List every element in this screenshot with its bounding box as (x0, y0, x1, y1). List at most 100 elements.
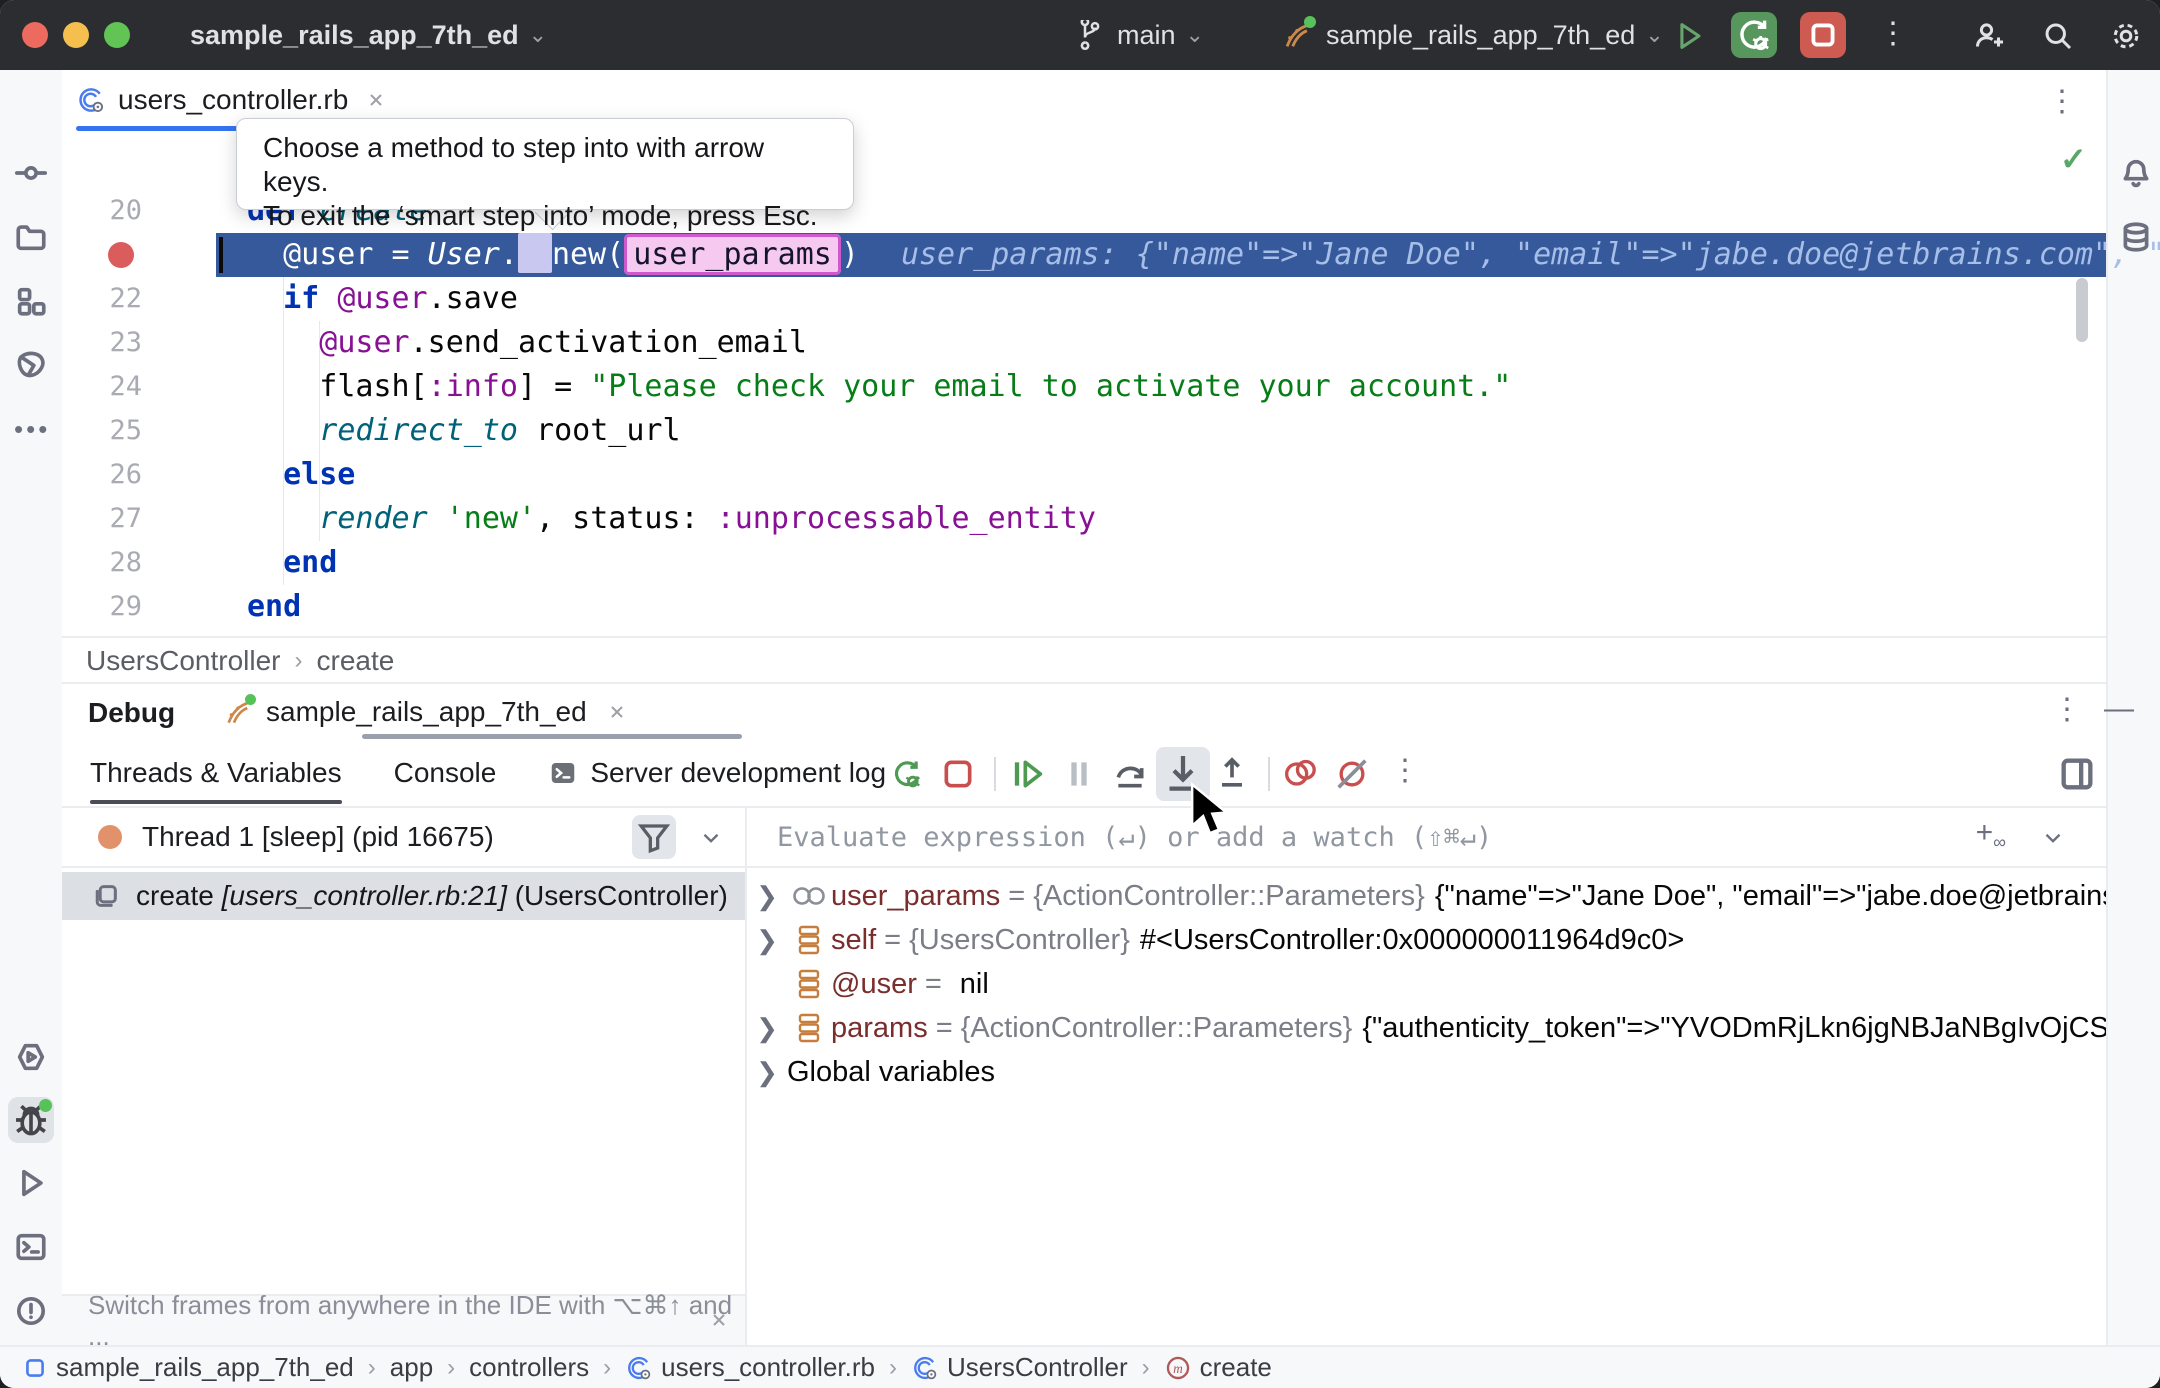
code-line[interactable]: 28end (62, 541, 2106, 585)
rails-session-icon (222, 696, 254, 728)
chevron-right-icon: › (447, 1354, 455, 1382)
mute-breakpoints-icon[interactable] (1332, 754, 1372, 794)
code-text: end (247, 585, 301, 629)
ruby-class-icon (911, 1354, 939, 1382)
variable-row-user-params[interactable]: ❯user_params={ActionController::Paramete… (747, 874, 2106, 918)
debug-tool-window-button[interactable] (8, 1097, 54, 1143)
variable-row--user[interactable]: @user=nil (747, 962, 2106, 1006)
maximize-window-button[interactable] (104, 22, 130, 48)
project-icon (22, 1355, 48, 1381)
run-tool-window-icon[interactable] (14, 1166, 48, 1200)
debug-tab-threads-variables[interactable]: Threads & Variables (90, 741, 342, 804)
close-window-button[interactable] (22, 22, 48, 48)
code-line[interactable]: 25redirect_to root_url (62, 409, 2106, 453)
debug-panel-title[interactable]: Debug (88, 697, 175, 729)
run-button[interactable] (1672, 19, 1706, 53)
watch-icon (792, 885, 826, 907)
chevron-down-icon: ⌄ (1645, 22, 1663, 48)
variable-row-params[interactable]: ❯params={ActionController::Parameters}{"… (747, 1006, 2106, 1050)
rerun-icon[interactable] (887, 754, 927, 794)
rerun-debug-button[interactable] (1731, 12, 1777, 58)
toolbar-more-menu[interactable]: ⋮ (1390, 753, 1420, 788)
status-crumb-controllers[interactable]: controllers (469, 1352, 589, 1383)
inspections-ok-checkmark[interactable]: ✓ (2060, 140, 2087, 178)
stop-button[interactable] (1800, 12, 1846, 58)
breakpoint-dot[interactable] (108, 242, 134, 268)
services-icon[interactable] (14, 1040, 48, 1074)
debug-tab-label: Console (394, 757, 497, 789)
code-line[interactable]: @user = User.new(user_params)user_params… (62, 233, 2106, 277)
search-icon[interactable] (2040, 18, 2076, 54)
problems-icon[interactable] (14, 1294, 48, 1328)
structure-icon[interactable] (14, 284, 48, 318)
status-crumb-create[interactable]: mcreate (1164, 1352, 1272, 1383)
branch-name: main (1117, 20, 1176, 51)
debug-tab-server-development-log[interactable]: Server development log (548, 741, 886, 804)
line-number: 28 (62, 541, 142, 585)
run-configuration-widget[interactable]: sample_rails_app_7th_ed ⌄ (1280, 0, 1664, 70)
debug-tab-console[interactable]: Console (394, 741, 497, 804)
variable-type: {ActionController::Parameters} (961, 1012, 1353, 1045)
breadcrumb-method[interactable]: create (317, 645, 395, 677)
minimize-window-button[interactable] (63, 22, 89, 48)
status-crumb-app[interactable]: app (390, 1352, 433, 1383)
pause-icon[interactable] (1059, 754, 1099, 794)
chevron-down-icon: ⌄ (1186, 22, 1204, 48)
layout-settings-icon[interactable] (2057, 754, 2097, 794)
filter-frames-button[interactable] (632, 815, 676, 859)
more-actions-menu[interactable]: ⋮ (1878, 16, 1908, 51)
expand-chevron-icon[interactable]: ❯ (747, 1057, 787, 1088)
variable-row-Global-variables[interactable]: ❯Global variables (747, 1050, 2106, 1094)
expand-chevron-icon[interactable]: ❯ (747, 1013, 787, 1044)
resume-icon[interactable] (1007, 754, 1047, 794)
project-folder-icon[interactable] (14, 220, 48, 254)
evaluate-expression-bar[interactable]: Evaluate expression (↵) or add a watch (… (747, 808, 2106, 868)
smart-step-into-tooltip: Choose a method to step into with arrow … (236, 118, 854, 210)
status-crumb-users-controller-rb[interactable]: users_controller.rb (625, 1352, 875, 1383)
code-line[interactable]: 26else (62, 453, 2106, 497)
variable-row-self[interactable]: ❯self={UsersController}#<UsersController… (747, 918, 2106, 962)
code-line[interactable]: 22if @user.save (62, 277, 2106, 321)
code-line[interactable]: 29end (62, 585, 2106, 629)
code-line[interactable]: 23@user.send_activation_email (62, 321, 2106, 365)
code-with-me-icon[interactable] (1970, 18, 2006, 54)
close-session-icon[interactable] (605, 700, 629, 724)
close-tab-icon[interactable] (364, 88, 388, 112)
stack-frame-row[interactable]: create [users_controller.rb:21] (UsersCo… (62, 872, 745, 920)
chevron-right-icon: › (889, 1354, 897, 1382)
project-widget[interactable]: sample_rails_app_7th_ed ⌄ (190, 0, 547, 70)
status-crumb-label: app (390, 1352, 433, 1383)
status-crumb-UsersController[interactable]: UsersController (911, 1352, 1128, 1383)
terminal-tab-icon (548, 758, 578, 788)
debug-panel-options-menu[interactable]: ⋮ (2052, 692, 2082, 727)
pull-requests-icon[interactable] (14, 347, 48, 381)
stop-debug-icon[interactable] (938, 754, 978, 794)
code-line[interactable]: 27render 'new', status: :unprocessable_e… (62, 497, 2106, 541)
code-line[interactable]: 24flash[:info] = "Please check your emai… (62, 365, 2106, 409)
chevron-right-icon: › (295, 647, 303, 675)
settings-gear-icon[interactable] (2108, 18, 2144, 54)
evaluate-dropdown-chevron[interactable] (2040, 825, 2066, 851)
add-watch-button[interactable]: +∞ (1976, 816, 2006, 853)
commit-icon[interactable] (14, 156, 48, 190)
editor-options-menu[interactable]: ⋮ (2047, 84, 2077, 119)
terminal-icon[interactable] (14, 1230, 48, 1264)
debug-session-tab[interactable]: sample_rails_app_7th_ed (222, 684, 629, 740)
step-over-icon[interactable] (1110, 754, 1150, 794)
expand-chevron-icon[interactable]: ❯ (747, 925, 787, 956)
more-tool-windows-icon[interactable]: ••• (14, 414, 50, 445)
infinity-icon: ∞ (1993, 832, 2006, 852)
status-crumb-sample-rails-app-7th-ed[interactable]: sample_rails_app_7th_ed (22, 1352, 354, 1383)
expand-chevron-icon[interactable]: ❯ (747, 881, 787, 912)
thread-selector-row[interactable]: Thread 1 [sleep] (pid 16675) (62, 808, 745, 868)
close-banner-icon[interactable] (707, 1308, 731, 1332)
hide-panel-button[interactable]: — (2104, 692, 2134, 726)
vcs-branch-widget[interactable]: main ⌄ (1075, 0, 1204, 70)
view-breakpoints-icon[interactable] (1280, 754, 1320, 794)
thread-dropdown-chevron[interactable] (698, 825, 724, 851)
breadcrumb-class[interactable]: UsersController (86, 645, 281, 677)
restart-debug-icon (1731, 12, 1777, 58)
variable-name: self (831, 924, 876, 957)
title-bar: sample_rails_app_7th_ed ⌄ main ⌄ sample_… (0, 0, 2160, 70)
notifications-bell-icon[interactable] (2119, 156, 2153, 190)
